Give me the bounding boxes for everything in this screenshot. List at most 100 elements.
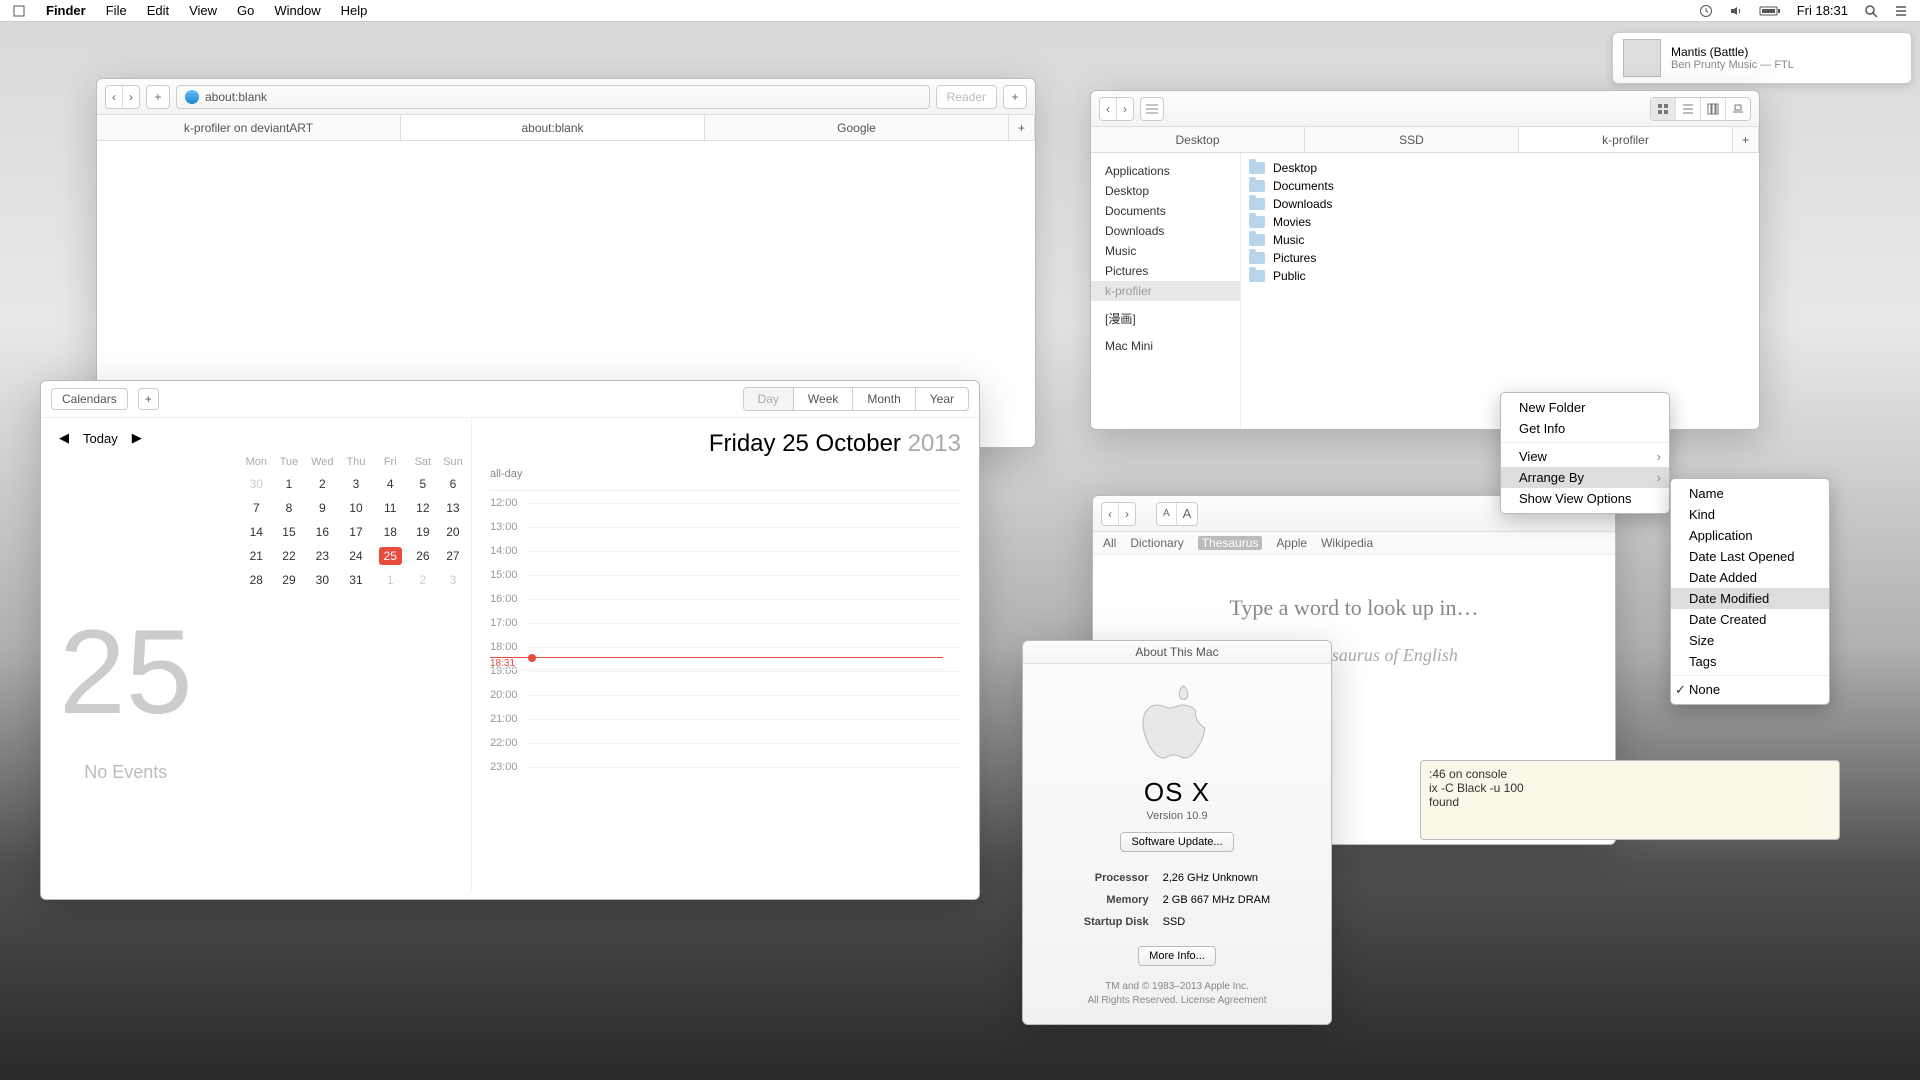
calendar-day[interactable]: 6 xyxy=(437,472,469,496)
software-update-button[interactable]: Software Update... xyxy=(1120,832,1233,852)
menu-item[interactable]: Date Modified xyxy=(1671,588,1829,609)
calendar-day[interactable]: 2 xyxy=(304,472,340,496)
calendar-day[interactable]: 18 xyxy=(372,520,409,544)
menu-item[interactable]: Get Info xyxy=(1501,418,1669,439)
calendar-day[interactable]: 8 xyxy=(274,496,305,520)
clock[interactable]: Fri 18:31 xyxy=(1797,3,1848,18)
sidebar-item[interactable]: Mac Mini xyxy=(1091,336,1240,356)
calendar-day[interactable]: 16 xyxy=(304,520,340,544)
url-bar[interactable]: about:blank xyxy=(176,85,930,109)
sidebar-item[interactable]: Applications xyxy=(1091,161,1240,181)
calendar-day[interactable]: 15 xyxy=(274,520,305,544)
seg-week[interactable]: Week xyxy=(794,388,853,410)
calendar-day[interactable]: 14 xyxy=(239,520,274,544)
menu-item[interactable]: Application xyxy=(1671,525,1829,546)
calendar-day[interactable]: 7 xyxy=(239,496,274,520)
sidebar-item[interactable]: Desktop xyxy=(1091,181,1240,201)
tab-desktop[interactable]: Desktop xyxy=(1091,127,1305,152)
tab-add[interactable]: + xyxy=(1009,115,1035,140)
file-row[interactable]: Pictures xyxy=(1249,249,1751,267)
timemachine-icon[interactable] xyxy=(1699,4,1713,18)
sidebar-item[interactable]: Music xyxy=(1091,241,1240,261)
calendar-day[interactable]: 1 xyxy=(274,472,305,496)
terminal-window[interactable]: :46 on console ix -C Black -u 100 found xyxy=(1420,760,1840,840)
add-calendar-button[interactable]: + xyxy=(138,388,159,410)
sidebar-item[interactable]: k-profiler xyxy=(1091,281,1240,301)
file-row[interactable]: Desktop xyxy=(1249,159,1751,177)
calendar-day[interactable]: 11 xyxy=(372,496,409,520)
calendar-day[interactable]: 22 xyxy=(274,544,305,568)
menu-item[interactable]: New Folder xyxy=(1501,397,1669,418)
calendar-day[interactable]: 10 xyxy=(340,496,371,520)
dict-back-button[interactable]: ‹ xyxy=(1102,503,1119,525)
finder-forward-button[interactable]: › xyxy=(1117,98,1133,120)
menu-item[interactable]: Show View Options xyxy=(1501,488,1669,509)
calendar-day[interactable]: 23 xyxy=(304,544,340,568)
forward-button[interactable]: › xyxy=(123,86,139,108)
dict-forward-button[interactable]: › xyxy=(1119,503,1135,525)
menu-window[interactable]: Window xyxy=(274,3,320,18)
tab-deviantart[interactable]: k-profiler on deviantART xyxy=(97,115,401,140)
calendar-day[interactable]: 24 xyxy=(340,544,371,568)
dict-source-tab[interactable]: All xyxy=(1103,536,1116,550)
new-tab-button[interactable]: + xyxy=(1003,85,1027,109)
finder-back-button[interactable]: ‹ xyxy=(1100,98,1117,120)
now-playing-notification[interactable]: Mantis (Battle) Ben Prunty Music — FTL xyxy=(1612,32,1912,84)
tab-kprofiler[interactable]: k-profiler xyxy=(1519,127,1733,152)
calendar-day[interactable]: 13 xyxy=(437,496,469,520)
dict-source-tab[interactable]: Dictionary xyxy=(1130,536,1183,550)
menu-item[interactable]: None xyxy=(1671,679,1829,700)
calendar-day[interactable]: 21 xyxy=(239,544,274,568)
back-button[interactable]: ‹ xyxy=(106,86,123,108)
menu-item[interactable]: Date Created xyxy=(1671,609,1829,630)
next-day-button[interactable]: ▶ xyxy=(132,430,142,446)
seg-month[interactable]: Month xyxy=(853,388,915,410)
prev-day-button[interactable]: ◀ xyxy=(59,430,69,446)
calendar-day[interactable]: 20 xyxy=(437,520,469,544)
sidebar-item[interactable]: Downloads xyxy=(1091,221,1240,241)
seg-day[interactable]: Day xyxy=(744,388,794,410)
dict-source-tab[interactable]: Thesaurus xyxy=(1198,536,1263,550)
calendar-day[interactable]: 17 xyxy=(340,520,371,544)
file-row[interactable]: Public xyxy=(1249,267,1751,285)
dict-source-tab[interactable]: Apple xyxy=(1276,536,1307,550)
calendar-day[interactable]: 28 xyxy=(239,568,274,592)
add-bookmark-button[interactable]: + xyxy=(146,85,170,109)
calendar-day[interactable]: 3 xyxy=(340,472,371,496)
volume-icon[interactable] xyxy=(1729,4,1743,18)
calendar-day[interactable]: 2 xyxy=(409,568,437,592)
sidebar-item[interactable]: [漫画] xyxy=(1091,307,1240,330)
calendar-day[interactable]: 30 xyxy=(304,568,340,592)
column-view-button[interactable] xyxy=(1701,98,1726,120)
file-row[interactable]: Movies xyxy=(1249,213,1751,231)
font-larger-button[interactable]: A xyxy=(1177,503,1198,525)
tab-blank[interactable]: about:blank xyxy=(401,115,705,140)
menu-view[interactable]: View xyxy=(189,3,217,18)
file-row[interactable]: Documents xyxy=(1249,177,1751,195)
more-info-button[interactable]: More Info... xyxy=(1138,946,1216,966)
calendars-button[interactable]: Calendars xyxy=(51,388,128,410)
calendar-day[interactable]: 5 xyxy=(409,472,437,496)
finder-tab-add[interactable]: + xyxy=(1733,127,1759,152)
apple-menu-icon[interactable] xyxy=(12,4,26,18)
battery-icon[interactable] xyxy=(1759,5,1781,17)
menu-item[interactable]: Date Added xyxy=(1671,567,1829,588)
reader-button[interactable]: Reader xyxy=(936,85,997,109)
calendar-day[interactable]: 25 xyxy=(372,544,409,568)
menu-item[interactable]: Kind xyxy=(1671,504,1829,525)
calendar-day[interactable]: 30 xyxy=(239,472,274,496)
sidebar-item[interactable]: Documents xyxy=(1091,201,1240,221)
menu-item[interactable]: Arrange By xyxy=(1501,467,1669,488)
menu-item[interactable]: Name xyxy=(1671,483,1829,504)
calendar-day[interactable]: 29 xyxy=(274,568,305,592)
calendar-day[interactable]: 4 xyxy=(372,472,409,496)
font-smaller-button[interactable]: A xyxy=(1157,503,1177,525)
calendar-day[interactable]: 3 xyxy=(437,568,469,592)
today-button[interactable]: Today xyxy=(83,431,118,446)
calendar-day[interactable]: 1 xyxy=(372,568,409,592)
notification-center-icon[interactable] xyxy=(1894,4,1908,18)
coverflow-view-button[interactable] xyxy=(1726,98,1750,120)
menu-help[interactable]: Help xyxy=(341,3,368,18)
file-row[interactable]: Downloads xyxy=(1249,195,1751,213)
app-name[interactable]: Finder xyxy=(46,3,86,18)
